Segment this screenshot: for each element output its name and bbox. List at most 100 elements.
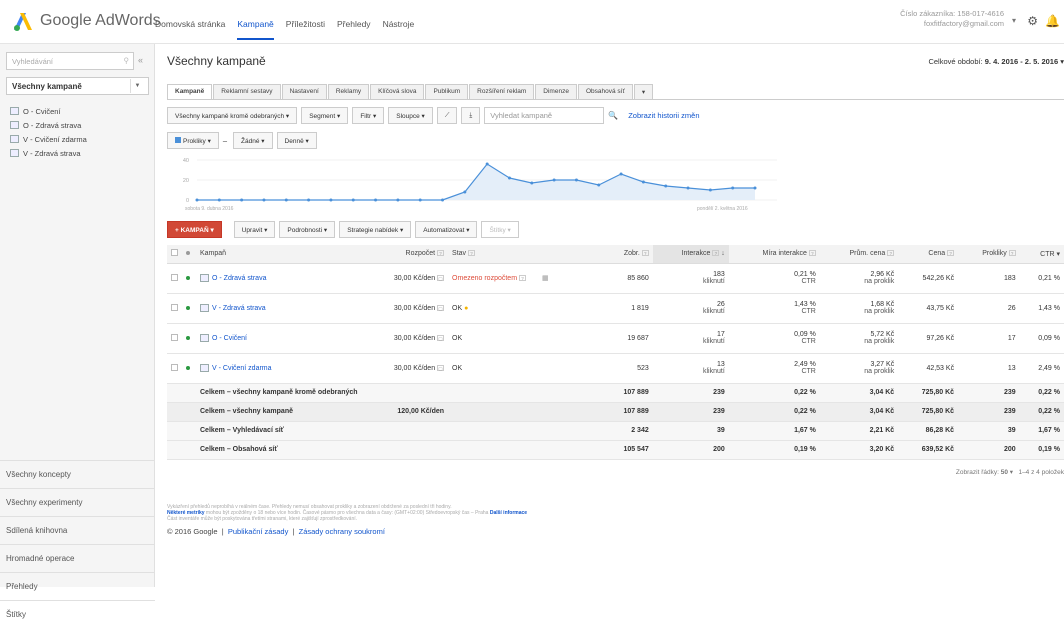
filter-dropdown[interactable]: Filtr ▾ <box>352 107 385 124</box>
budget-edit-icon[interactable]: ▢ <box>437 274 445 281</box>
sidebar-link-labels[interactable]: Štítky <box>0 600 155 628</box>
sidebar-link-shared-library[interactable]: Sdílená knihovna <box>0 516 155 544</box>
metric1-dropdown[interactable]: Prokliky ▾ <box>167 132 219 149</box>
data-point[interactable] <box>597 183 601 187</box>
col-avg-cost[interactable]: Prům. cena ? <box>819 245 899 264</box>
data-point[interactable] <box>418 198 422 202</box>
bid-strategy-dropdown[interactable]: Strategie nabídek ▾ <box>339 221 412 238</box>
enabled-status-dot[interactable] <box>186 305 190 310</box>
more-tabs-button[interactable]: ▾ <box>633 84 654 99</box>
select-all-checkbox[interactable] <box>171 249 178 257</box>
help-icon[interactable]: ? <box>712 250 720 257</box>
budget-cell[interactable]: 30,00 Kč/den ▢ <box>361 323 449 354</box>
row-checkbox[interactable] <box>171 363 178 371</box>
select-all-header[interactable] <box>167 245 182 264</box>
col-clicks[interactable]: Prokliky ? <box>958 245 1020 264</box>
tab-campaigns[interactable]: Kampaně <box>167 84 213 100</box>
add-campaign-button[interactable]: + KAMPAŇ ▾ <box>167 221 222 238</box>
data-point[interactable] <box>708 188 712 192</box>
segment-dropdown[interactable]: Segment ▾ <box>301 107 349 124</box>
data-point[interactable] <box>574 178 578 182</box>
collapse-sidebar-icon[interactable]: « <box>138 55 143 65</box>
enabled-status-dot[interactable] <box>186 275 190 280</box>
gear-icon[interactable]: ⚙ <box>1027 14 1038 28</box>
sidebar-campaign-item[interactable]: O - Zdravá strava <box>10 118 87 132</box>
nav-opportunities[interactable]: Příležitosti <box>286 19 325 40</box>
privacy-link[interactable]: Zásady ochrany soukromí <box>299 527 385 536</box>
nav-reports[interactable]: Přehledy <box>337 19 371 40</box>
table-row[interactable]: O - Cvičení 30,00 Kč/den ▢ OK 19 687 17 klikn… <box>167 323 1064 354</box>
row-checkbox[interactable] <box>171 333 178 341</box>
data-point[interactable] <box>530 181 534 185</box>
date-range-selector[interactable]: Celkové období: 9. 4. 2016 - 2. 5. 2016 … <box>928 57 1064 66</box>
change-history-link[interactable]: Zobrazit historii změn <box>628 111 699 120</box>
sidebar-campaign-item[interactable]: V - Zdravá strava <box>10 146 87 160</box>
columns-dropdown[interactable]: Sloupce ▾ <box>388 107 433 124</box>
help-icon[interactable]: ? <box>437 250 445 257</box>
tab-settings[interactable]: Nastavení <box>281 84 327 99</box>
policy-link[interactable]: Publikační zásady <box>228 527 288 536</box>
table-row[interactable]: O - Zdravá strava 30,00 Kč/den ▢ Omezeno r… <box>167 263 1064 294</box>
help-icon[interactable]: ? <box>808 250 816 257</box>
labels-dropdown[interactable]: Štítky ▾ <box>481 221 519 238</box>
nav-tools[interactable]: Nástroje <box>383 19 415 40</box>
data-point[interactable] <box>441 198 445 202</box>
col-interaction-rate[interactable]: Míra interakce ? <box>728 245 820 264</box>
data-point[interactable] <box>217 198 221 202</box>
download-button[interactable]: ⤓ <box>461 107 481 124</box>
budget-cell[interactable]: 30,00 Kč/den ▢ <box>361 353 449 384</box>
data-point[interactable] <box>329 198 333 202</box>
tab-ad-groups[interactable]: Reklamní sestavy <box>213 84 281 99</box>
budget-cell[interactable]: 30,00 Kč/den ▢ <box>361 263 449 294</box>
data-point[interactable] <box>374 198 378 202</box>
campaign-name-link[interactable]: V - Cvičení zdarma <box>200 364 272 372</box>
data-point[interactable] <box>731 186 735 190</box>
campaign-name-link[interactable]: O - Zdravá strava <box>200 274 266 282</box>
tab-keywords[interactable]: Klíčová slova <box>370 84 425 99</box>
chevron-down-icon[interactable]: ▼ <box>130 79 144 93</box>
metric2-dropdown[interactable]: Žádné ▾ <box>233 132 273 149</box>
search-icon[interactable]: 🔍 <box>608 111 618 120</box>
data-point[interactable] <box>686 186 690 190</box>
budget-edit-icon[interactable]: ▢ <box>437 304 445 311</box>
budget-edit-icon[interactable]: ▢ <box>437 364 445 371</box>
campaign-filter-dropdown[interactable]: Všechny kampaně kromě odebraných ▾ <box>167 107 298 124</box>
tab-dimensions[interactable]: Dimenze <box>535 84 577 99</box>
help-icon[interactable]: ? <box>887 250 895 257</box>
sidebar-link-bulk-operations[interactable]: Hromadné operace <box>0 544 155 572</box>
data-point[interactable] <box>507 176 511 180</box>
campaign-name-link[interactable]: V - Zdravá strava <box>200 304 266 312</box>
rows-per-page-select[interactable]: 50 <box>1001 469 1008 476</box>
help-icon[interactable]: ? <box>1008 250 1016 257</box>
data-point[interactable] <box>485 162 489 166</box>
col-cost[interactable]: Cena ? <box>898 245 959 264</box>
account-info[interactable]: Číslo zákazníka: 158-017-4616 foxfitfact… <box>900 9 1004 29</box>
data-point[interactable] <box>753 186 757 190</box>
data-point[interactable] <box>641 180 645 184</box>
chart-toggle-button[interactable]: ⟋ <box>436 107 458 124</box>
budget-edit-icon[interactable]: ▢ <box>437 334 445 341</box>
enabled-status-dot[interactable] <box>186 365 190 370</box>
data-point[interactable] <box>240 198 244 202</box>
data-point[interactable] <box>195 198 199 202</box>
campaign-name-link[interactable]: O - Cvičení <box>200 334 247 342</box>
help-icon[interactable]: ? <box>641 250 649 257</box>
enabled-status-dot[interactable] <box>186 335 190 340</box>
edit-dropdown[interactable]: Upravit ▾ <box>233 221 276 238</box>
sidebar-campaign-item[interactable]: O - Cvičení <box>10 104 87 118</box>
col-ctr[interactable]: CTR ▾ <box>1019 245 1064 264</box>
table-row[interactable]: V - Cvičení zdarma 30,00 Kč/den ▢ OK 523 13 k… <box>167 353 1064 384</box>
data-point[interactable] <box>664 184 668 188</box>
sidebar-link-experiments[interactable]: Všechny experimenty <box>0 488 155 516</box>
sidebar-link-drafts[interactable]: Všechny koncepty <box>0 460 155 488</box>
tab-ads[interactable]: Reklamy <box>327 84 370 99</box>
footer-more-info-link[interactable]: Další informace <box>490 510 527 516</box>
data-point[interactable] <box>351 198 355 202</box>
nav-campaigns[interactable]: Kampaně <box>237 19 274 40</box>
campaign-search-input[interactable]: Vyhledat kampaně <box>484 107 605 124</box>
automate-dropdown[interactable]: Automatizovat ▾ <box>415 221 478 238</box>
details-dropdown[interactable]: Podrobnosti ▾ <box>279 221 336 238</box>
data-point[interactable] <box>396 198 400 202</box>
data-point[interactable] <box>262 198 266 202</box>
chart-icon[interactable]: ▦ <box>542 275 549 282</box>
